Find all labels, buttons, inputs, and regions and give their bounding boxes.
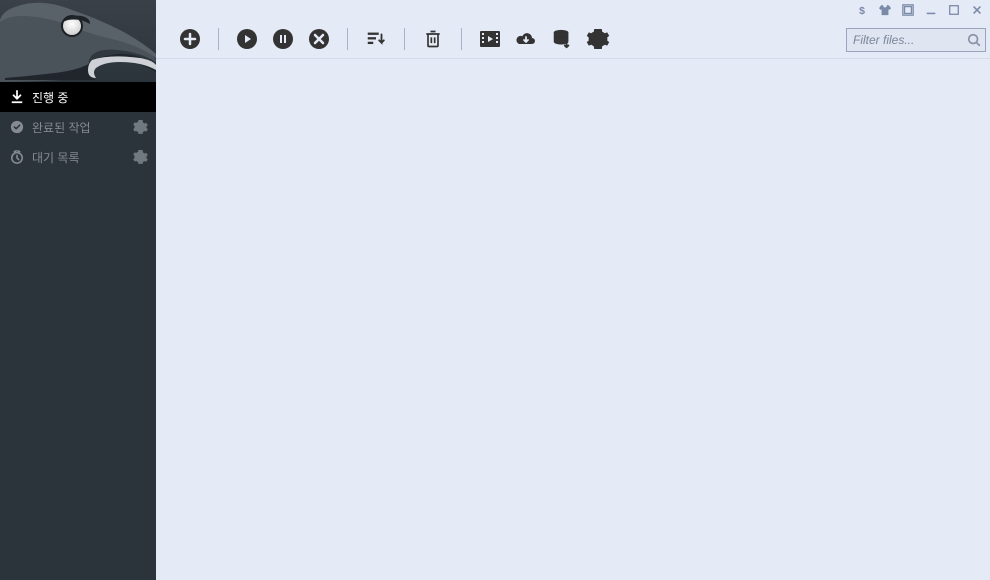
gear-icon	[133, 150, 148, 165]
sort-icon	[365, 28, 387, 50]
add-button[interactable]	[172, 21, 208, 57]
video-button[interactable]	[472, 21, 508, 57]
app-window: 진행 중 완료된 작업 대기 목록 $	[0, 0, 990, 580]
fullscreen-icon	[902, 4, 914, 16]
dollar-icon: $	[856, 4, 868, 16]
sidebar-item-in-progress[interactable]: 진행 중	[0, 82, 156, 112]
close-button[interactable]	[966, 1, 988, 19]
donate-button[interactable]: $	[851, 1, 873, 19]
content-area	[156, 58, 990, 580]
clock-icon	[8, 150, 26, 164]
sidebar-item-label: 완료된 작업	[32, 119, 91, 136]
cancel-circle-icon	[307, 27, 331, 51]
delete-button[interactable]	[415, 21, 451, 57]
sidebar-item-settings[interactable]	[133, 150, 148, 165]
svg-text:$: $	[859, 5, 865, 16]
database-icon	[551, 27, 573, 51]
gear-icon	[586, 27, 610, 51]
titlebar: $	[156, 0, 990, 20]
shirt-button[interactable]	[874, 1, 896, 19]
check-circle-icon	[8, 120, 26, 134]
play-button[interactable]	[229, 21, 265, 57]
film-icon	[478, 29, 502, 49]
sidebar: 진행 중 완료된 작업 대기 목록	[0, 0, 156, 580]
main-area: $	[156, 0, 990, 580]
app-logo	[0, 0, 156, 82]
maximize-button[interactable]	[943, 1, 965, 19]
sidebar-item-label: 대기 목록	[32, 149, 80, 166]
search-input[interactable]	[853, 33, 967, 47]
close-icon	[971, 4, 983, 16]
trash-icon	[423, 28, 443, 50]
search-box[interactable]	[846, 28, 986, 52]
sidebar-item-queue[interactable]: 대기 목록	[0, 142, 156, 172]
sidebar-item-settings[interactable]	[133, 120, 148, 135]
play-circle-icon	[235, 27, 259, 51]
sort-button[interactable]	[358, 21, 394, 57]
minimize-button[interactable]	[920, 1, 942, 19]
separator	[404, 28, 405, 50]
download-icon	[8, 90, 26, 104]
gear-icon	[133, 120, 148, 135]
settings-button[interactable]	[580, 21, 616, 57]
pause-button[interactable]	[265, 21, 301, 57]
separator	[461, 28, 462, 50]
separator	[218, 28, 219, 50]
plus-circle-icon	[178, 27, 202, 51]
cloud-download-icon	[514, 29, 538, 49]
maximize-icon	[948, 4, 960, 16]
pause-circle-icon	[271, 27, 295, 51]
database-button[interactable]	[544, 21, 580, 57]
search-icon	[967, 33, 981, 47]
sidebar-item-label: 진행 중	[32, 89, 68, 106]
stop-button[interactable]	[301, 21, 337, 57]
separator	[347, 28, 348, 50]
minimize-icon	[925, 4, 937, 16]
eagle-logo-icon	[0, 0, 156, 82]
sidebar-item-completed[interactable]: 완료된 작업	[0, 112, 156, 142]
fullscreen-button[interactable]	[897, 1, 919, 19]
shirt-icon	[878, 4, 892, 16]
cloud-download-button[interactable]	[508, 21, 544, 57]
